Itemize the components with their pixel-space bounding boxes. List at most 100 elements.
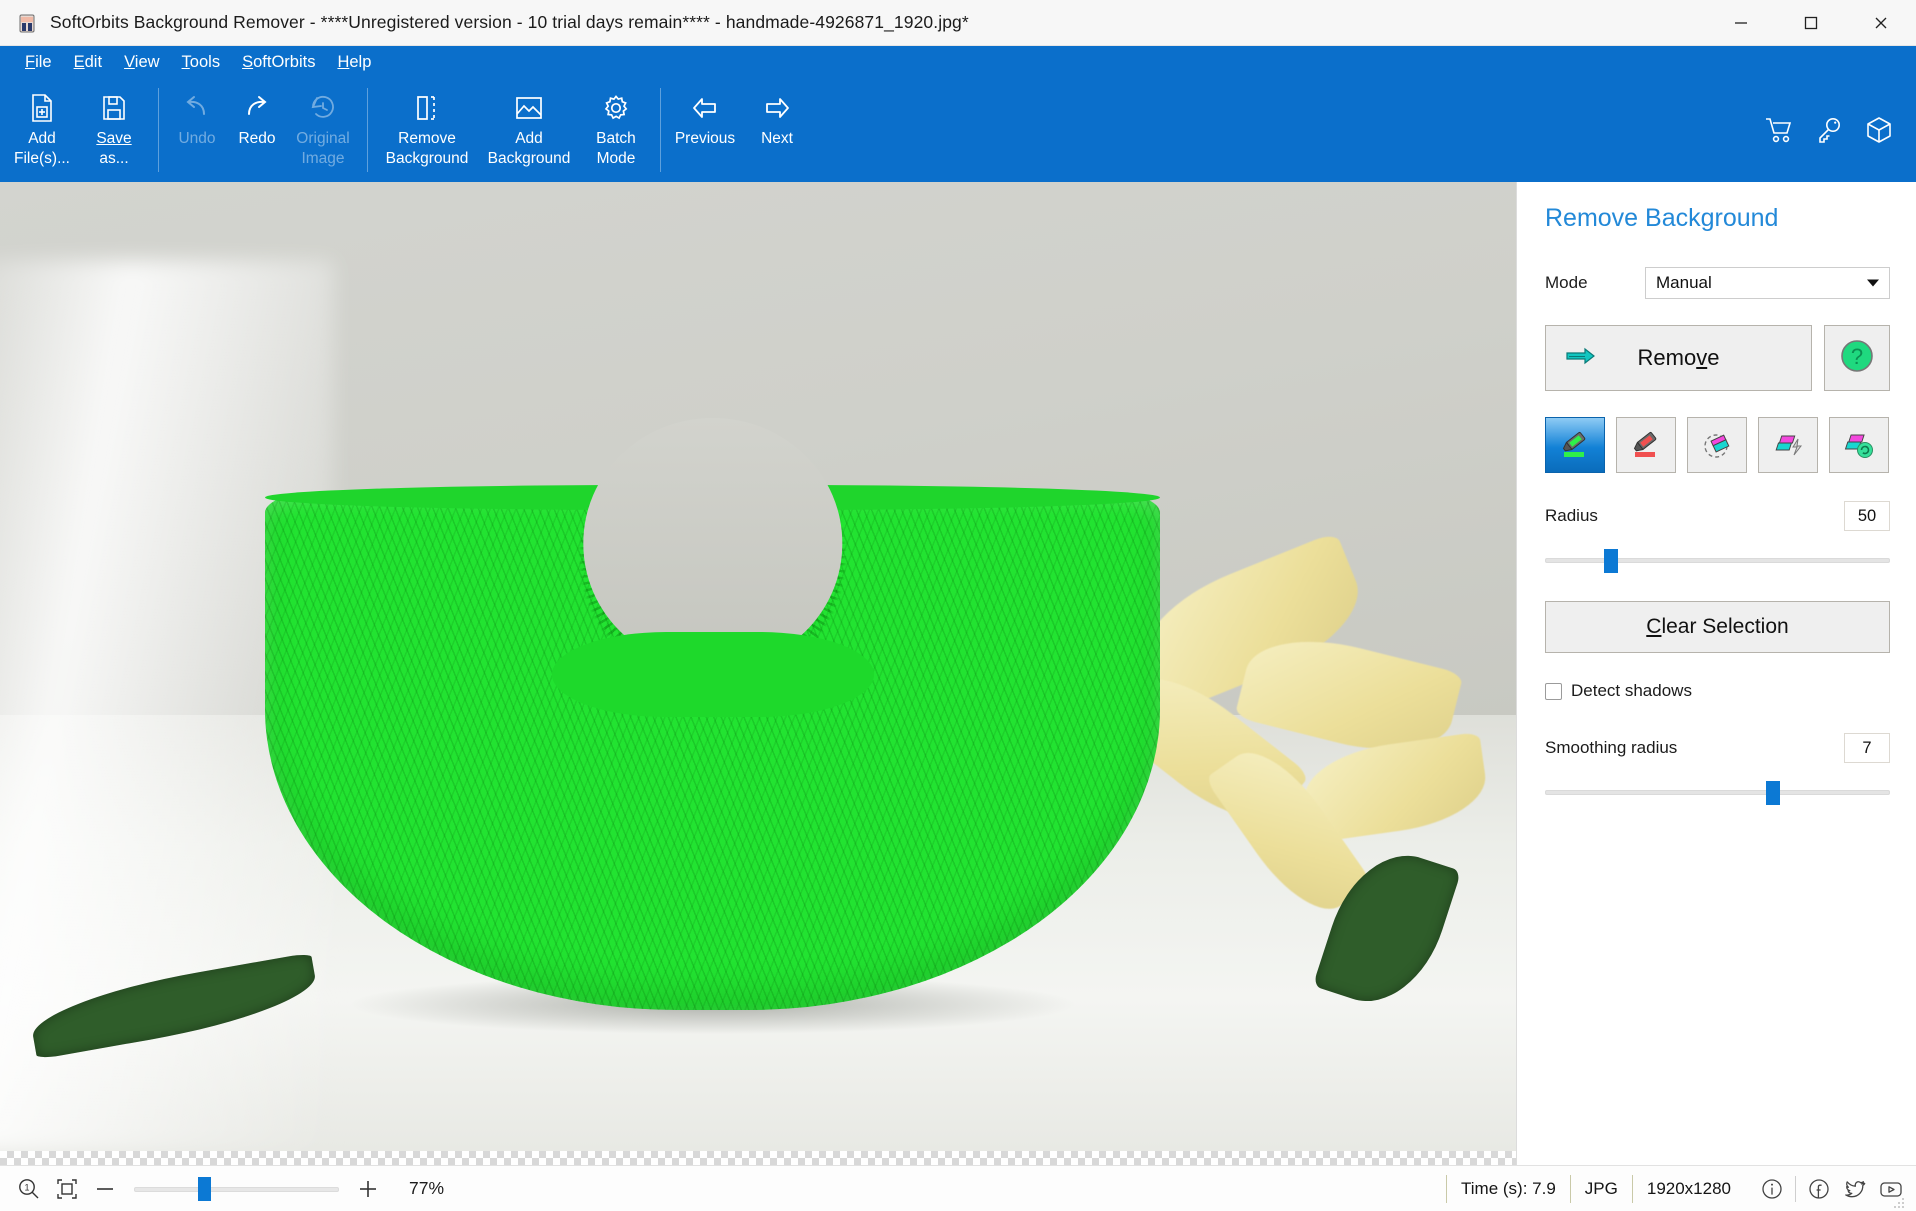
menu-softorbits[interactable]: SoftOrbits bbox=[231, 51, 326, 74]
mark-background-tool[interactable] bbox=[1616, 417, 1676, 473]
menu-softorbits-label: S bbox=[242, 53, 253, 71]
clear-selection-label: Clear Selection bbox=[1646, 615, 1788, 639]
photo-preview bbox=[0, 182, 1516, 1151]
minimize-button[interactable] bbox=[1706, 0, 1776, 46]
toolbar-separator-3 bbox=[660, 88, 661, 172]
menu-view[interactable]: View bbox=[113, 51, 170, 74]
arrow-left-box-icon bbox=[690, 90, 720, 126]
toolbar-right-icons bbox=[1762, 78, 1896, 182]
clear-selection-button[interactable]: Clear Selection bbox=[1545, 601, 1890, 653]
menu-edit-label: E bbox=[74, 53, 85, 71]
toolbar-add-files-line2: File(s)... bbox=[14, 150, 70, 167]
radius-header: Radius 50 bbox=[1545, 501, 1890, 531]
box-icon[interactable] bbox=[1862, 113, 1896, 147]
toolbar-batch-mode[interactable]: Batch Mode bbox=[580, 78, 652, 182]
close-button[interactable] bbox=[1846, 0, 1916, 46]
smoothing-slider-track bbox=[1545, 790, 1890, 795]
smoothing-header: Smoothing radius 7 bbox=[1545, 733, 1890, 763]
toolbar-add-files-line1: Add bbox=[28, 130, 56, 147]
history-clock-icon bbox=[309, 90, 337, 126]
menu-tools[interactable]: Tools bbox=[171, 51, 232, 74]
info-icon[interactable] bbox=[1755, 1172, 1789, 1206]
toolbar-batch-line1: Batch bbox=[596, 130, 636, 147]
toolbar-separator-2 bbox=[367, 88, 368, 172]
bag-collar bbox=[552, 632, 874, 717]
status-right: Time (s): 7.9 JPG 1920x1280 bbox=[1446, 1166, 1908, 1211]
mark-foreground-tool[interactable] bbox=[1545, 417, 1605, 473]
handbag-subject bbox=[265, 400, 1159, 1010]
eraser-tool[interactable] bbox=[1687, 417, 1747, 473]
toolbar-original-image[interactable]: Original Image bbox=[287, 78, 359, 182]
svg-text:?: ? bbox=[1851, 344, 1863, 369]
zoom-actual-size-icon[interactable]: 1 bbox=[10, 1170, 48, 1208]
resize-grip[interactable] bbox=[1891, 1195, 1905, 1209]
zoom-slider[interactable] bbox=[134, 1175, 339, 1203]
svg-text:1: 1 bbox=[24, 1182, 29, 1192]
maximize-button[interactable] bbox=[1776, 0, 1846, 46]
remove-button[interactable]: Remove bbox=[1545, 325, 1812, 391]
toolbar-save-as-line2: as... bbox=[99, 150, 128, 167]
toolbar-redo[interactable]: Redo bbox=[227, 78, 287, 182]
radius-slider[interactable] bbox=[1545, 545, 1890, 575]
smoothing-slider-knob[interactable] bbox=[1766, 781, 1780, 805]
mode-dropdown-value: Manual bbox=[1656, 273, 1712, 293]
mode-dropdown[interactable]: Manual bbox=[1645, 267, 1890, 299]
picture-icon bbox=[514, 90, 544, 126]
toolbar-remove-bg-line2: Background bbox=[386, 150, 469, 167]
toolbar-batch-line2: Mode bbox=[597, 150, 636, 167]
file-format-label: JPG bbox=[1570, 1175, 1632, 1203]
arrow-right-icon bbox=[1566, 345, 1596, 371]
toolbar-save-as-line1: Save bbox=[96, 130, 131, 147]
refresh-selection-tool[interactable] bbox=[1829, 417, 1889, 473]
toolbar-next[interactable]: Next bbox=[741, 78, 813, 182]
menu-file-rest: ile bbox=[35, 53, 52, 71]
zoom-in-button[interactable] bbox=[349, 1170, 387, 1208]
cart-icon[interactable] bbox=[1762, 113, 1796, 147]
toolbar: Add File(s)... Save as... Undo bbox=[0, 78, 1916, 182]
smoothing-value[interactable]: 7 bbox=[1844, 733, 1890, 763]
detect-shadows-row[interactable]: Detect shadows bbox=[1545, 681, 1890, 701]
radius-slider-knob[interactable] bbox=[1604, 549, 1618, 573]
radius-value[interactable]: 50 bbox=[1844, 501, 1890, 531]
toolbar-next-label: Next bbox=[761, 129, 793, 149]
toolbar-remove-background[interactable]: Remove Background bbox=[376, 78, 478, 182]
toolbar-undo[interactable]: Undo bbox=[167, 78, 227, 182]
toolbar-save-as[interactable]: Save as... bbox=[78, 78, 150, 182]
toolbar-add-background[interactable]: Add Background bbox=[478, 78, 580, 182]
app-icon bbox=[16, 12, 38, 34]
toolbar-original-line2: Image bbox=[301, 150, 344, 167]
mode-label: Mode bbox=[1545, 273, 1645, 293]
selection-tools bbox=[1545, 417, 1890, 473]
toolbar-redo-label: Redo bbox=[238, 129, 275, 149]
undo-arrow-icon bbox=[182, 90, 212, 126]
toolbar-remove-bg-line1: Remove bbox=[398, 130, 456, 147]
zoom-slider-knob[interactable] bbox=[198, 1177, 211, 1201]
help-button[interactable]: ? bbox=[1824, 325, 1890, 391]
social-links bbox=[1745, 1172, 1908, 1206]
menu-edit[interactable]: Edit bbox=[63, 51, 113, 74]
detect-shadows-checkbox[interactable] bbox=[1545, 683, 1562, 700]
twitter-icon[interactable] bbox=[1838, 1172, 1872, 1206]
smoothing-slider[interactable] bbox=[1545, 777, 1890, 807]
zoom-percent-label: 77% bbox=[409, 1178, 444, 1199]
arrow-right-box-icon bbox=[762, 90, 792, 126]
crop-dashed-icon bbox=[413, 90, 441, 126]
toolbar-save-as-label: Save bbox=[96, 130, 131, 147]
image-dimensions-label: 1920x1280 bbox=[1632, 1175, 1745, 1203]
image-canvas[interactable] bbox=[0, 182, 1516, 1151]
menu-help[interactable]: Help bbox=[326, 51, 382, 74]
redo-arrow-icon bbox=[242, 90, 272, 126]
file-plus-icon bbox=[28, 90, 56, 126]
toolbar-add-files[interactable]: Add File(s)... bbox=[6, 78, 78, 182]
menu-file[interactable]: File bbox=[14, 51, 63, 74]
zoom-out-button[interactable] bbox=[86, 1170, 124, 1208]
key-icon[interactable] bbox=[1812, 113, 1846, 147]
toolbar-previous[interactable]: Previous bbox=[669, 78, 741, 182]
facebook-icon[interactable] bbox=[1802, 1172, 1836, 1206]
save-disk-icon bbox=[100, 90, 128, 126]
smoothing-label: Smoothing radius bbox=[1545, 738, 1677, 758]
help-question-icon: ? bbox=[1838, 337, 1876, 380]
magic-wand-tool[interactable] bbox=[1758, 417, 1818, 473]
fit-to-window-icon[interactable] bbox=[48, 1170, 86, 1208]
menu-view-label: V bbox=[124, 53, 135, 71]
